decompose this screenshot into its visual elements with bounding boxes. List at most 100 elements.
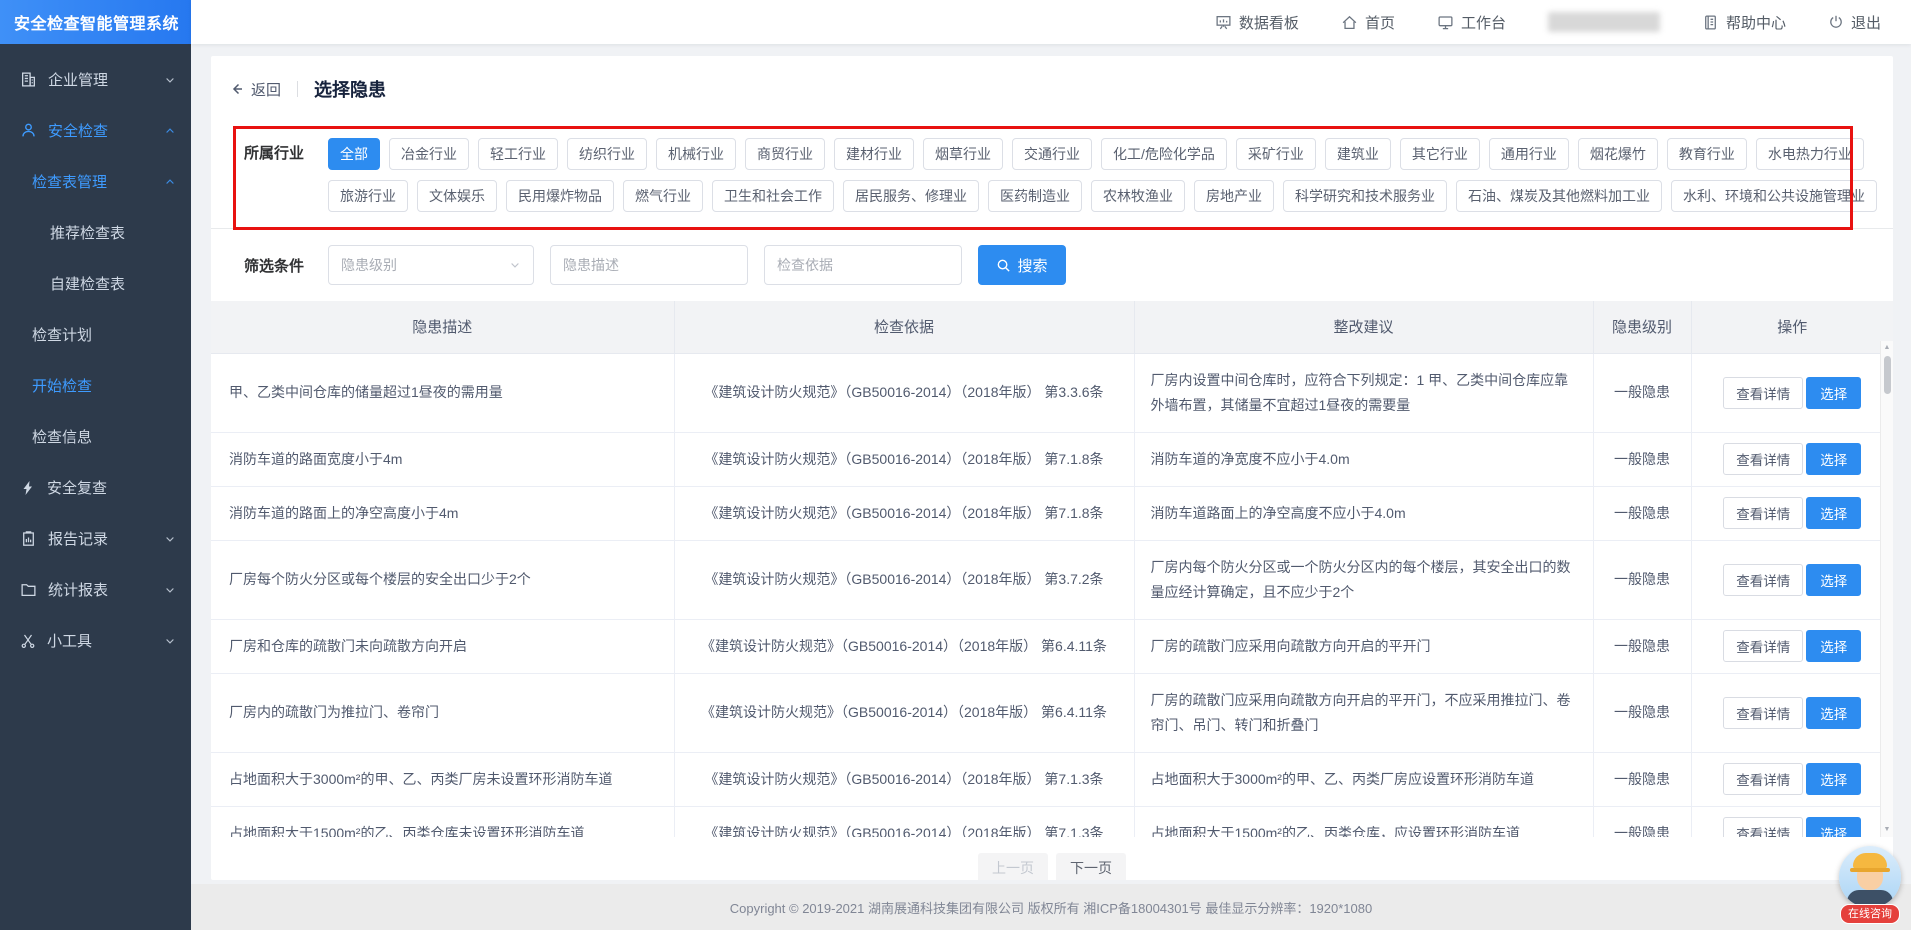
industry-tag[interactable]: 通用行业 [1489, 138, 1569, 170]
table-row: 占地面积大于1500m²的乙、丙类仓库未设置环形消防车道《建筑设计防火规范》（G… [211, 806, 1893, 837]
table-row: 占地面积大于3000m²的甲、乙、丙类厂房未设置环形消防车道《建筑设计防火规范》… [211, 752, 1893, 806]
industry-tag[interactable]: 燃气行业 [623, 180, 703, 212]
chevron-down-icon [509, 259, 521, 271]
sidebar-item-label: 检查表管理 [32, 171, 107, 192]
view-detail-button[interactable]: 查看详情 [1723, 630, 1803, 662]
sidebar-item-safety-inspection[interactable]: 安全检查 [0, 105, 191, 156]
select-button[interactable]: 选择 [1806, 564, 1861, 596]
industry-tag[interactable]: 烟草行业 [923, 138, 1003, 170]
industry-tag-row-2: 旅游行业文体娱乐民用爆炸物品燃气行业卫生和社会工作居民服务、修理业医药制造业农林… [328, 180, 1853, 212]
view-detail-button[interactable]: 查看详情 [1723, 443, 1803, 475]
industry-tag[interactable]: 文体娱乐 [417, 180, 497, 212]
industry-tag[interactable]: 教育行业 [1667, 138, 1747, 170]
topbar-item-home[interactable]: 首页 [1341, 12, 1395, 33]
industry-tag[interactable]: 冶金行业 [389, 138, 469, 170]
cell-actions: 查看详情选择 [1691, 486, 1893, 540]
online-consult-widget[interactable]: 在线咨询 [1837, 846, 1903, 924]
online-consult-badge[interactable]: 在线咨询 [1840, 904, 1900, 924]
industry-tag[interactable]: 交通行业 [1012, 138, 1092, 170]
sidebar-item-inspection-info[interactable]: 检查信息 [0, 411, 191, 462]
select-button[interactable]: 选择 [1806, 817, 1861, 837]
view-detail-button[interactable]: 查看详情 [1723, 377, 1803, 409]
report-icon [20, 530, 37, 547]
sidebar-item-statistics-reports[interactable]: 统计报表 [0, 564, 191, 615]
industry-tag[interactable]: 居民服务、修理业 [843, 180, 979, 212]
cell-actions: 查看详情选择 [1691, 752, 1893, 806]
select-button[interactable]: 选择 [1806, 443, 1861, 475]
select-button[interactable]: 选择 [1806, 763, 1861, 795]
cell-actions: 查看详情选择 [1691, 673, 1893, 752]
inspection-basis-input[interactable] [764, 245, 962, 285]
scrollbar-thumb[interactable] [1884, 356, 1891, 394]
industry-tag[interactable]: 建筑业 [1325, 138, 1391, 170]
industry-tag[interactable]: 民用爆炸物品 [506, 180, 614, 212]
sidebar-item-checklist-management[interactable]: 检查表管理 [0, 156, 191, 207]
hazard-description-input[interactable] [550, 245, 748, 285]
sidebar-item-enterprise-management[interactable]: 企业管理 [0, 54, 191, 105]
view-detail-button[interactable]: 查看详情 [1723, 817, 1803, 837]
cell-desc: 厂房和仓库的疏散门未向疏散方向开启 [211, 619, 674, 673]
cell-level: 一般隐患 [1593, 673, 1691, 752]
sidebar-item-recommended-checklist[interactable]: 推荐检查表 [0, 207, 191, 258]
page-header: 返回 选择隐患 [211, 56, 1893, 102]
industry-tag[interactable]: 农林牧渔业 [1091, 180, 1185, 212]
hazard-level-select[interactable]: 隐患级别 [328, 245, 534, 285]
workbench-icon [1437, 14, 1454, 31]
industry-tag[interactable]: 水利、环境和公共设施管理业 [1671, 180, 1877, 212]
cell-basis: 《建筑设计防火规范》（GB50016-2014）（2018年版） 第3.3.6条 [674, 353, 1134, 432]
industry-tag[interactable]: 轻工行业 [478, 138, 558, 170]
industry-tag[interactable]: 医药制造业 [988, 180, 1082, 212]
table-scrollbar[interactable]: ▲ ▼ [1880, 341, 1893, 837]
industry-tag[interactable]: 旅游行业 [328, 180, 408, 212]
industry-tag[interactable]: 纺织行业 [567, 138, 647, 170]
view-detail-button[interactable]: 查看详情 [1723, 763, 1803, 795]
industry-tag[interactable]: 全部 [328, 138, 380, 170]
search-button[interactable]: 搜索 [978, 245, 1066, 285]
select-button[interactable]: 选择 [1806, 630, 1861, 662]
scroll-down-icon[interactable]: ▼ [1881, 824, 1893, 836]
industry-tag[interactable]: 卫生和社会工作 [712, 180, 834, 212]
sidebar-item-report-records[interactable]: 报告记录 [0, 513, 191, 564]
industry-tag[interactable]: 科学研究和技术服务业 [1283, 180, 1447, 212]
industry-tag[interactable]: 石油、煤炭及其他燃料加工业 [1456, 180, 1662, 212]
select-button[interactable]: 选择 [1806, 697, 1861, 729]
select-button[interactable]: 选择 [1806, 497, 1861, 529]
cell-sugg: 厂房的疏散门应采用向疏散方向开启的平开门 [1134, 619, 1593, 673]
topbar-item-workbench[interactable]: 工作台 [1437, 12, 1506, 33]
sidebar-item-safety-review[interactable]: 安全复查 [0, 462, 191, 513]
industry-tag[interactable]: 其它行业 [1400, 138, 1480, 170]
sidebar-item-custom-checklist[interactable]: 自建检查表 [0, 258, 191, 309]
cell-desc: 占地面积大于1500m²的乙、丙类仓库未设置环形消防车道 [211, 806, 674, 837]
industry-tag[interactable]: 水电热力行业 [1756, 138, 1864, 170]
back-button[interactable]: 返回 [229, 79, 281, 100]
view-detail-button[interactable]: 查看详情 [1723, 564, 1803, 596]
content-area: 返回 选择隐患 所属行业 全部冶金行业轻工行业纺织行业机械行业商贸行业建材行业烟… [191, 44, 1911, 930]
sidebar-item-label: 报告记录 [48, 528, 108, 549]
sidebar-item-inspection-plan[interactable]: 检查计划 [0, 309, 191, 360]
folder-icon [20, 581, 37, 598]
view-detail-button[interactable]: 查看详情 [1723, 697, 1803, 729]
industry-tag[interactable]: 房地产业 [1194, 180, 1274, 212]
next-page-button[interactable]: 下一页 [1056, 853, 1126, 880]
sidebar-item-label: 统计报表 [48, 579, 108, 600]
industry-tag[interactable]: 化工/危险化学品 [1101, 138, 1227, 170]
topbar-item-help-center[interactable]: 帮助中心 [1702, 12, 1786, 33]
sidebar-item-tools[interactable]: 小工具 [0, 615, 191, 666]
topbar-item-logout[interactable]: 退出 [1828, 12, 1881, 33]
cell-level: 一般隐患 [1593, 353, 1691, 432]
industry-tag[interactable]: 采矿行业 [1236, 138, 1316, 170]
table-row: 消防车道的路面上的净空高度小于4m《建筑设计防火规范》（GB50016-2014… [211, 486, 1893, 540]
industry-tag[interactable]: 烟花爆竹 [1578, 138, 1658, 170]
cell-level: 一般隐患 [1593, 486, 1691, 540]
app-root: 安全检查智能管理系统 企业管理安全检查检查表管理推荐检查表自建检查表检查计划开始… [0, 0, 1911, 930]
select-button[interactable]: 选择 [1806, 377, 1861, 409]
view-detail-button[interactable]: 查看详情 [1723, 497, 1803, 529]
scroll-up-icon[interactable]: ▲ [1881, 342, 1893, 354]
industry-tag[interactable]: 机械行业 [656, 138, 736, 170]
topbar-item-data-dashboard[interactable]: 数据看板 [1215, 12, 1299, 33]
prev-page-button[interactable]: 上一页 [978, 853, 1048, 880]
industry-tag[interactable]: 建材行业 [834, 138, 914, 170]
sidebar-item-label: 安全检查 [48, 120, 108, 141]
industry-tag[interactable]: 商贸行业 [745, 138, 825, 170]
sidebar-item-start-inspection[interactable]: 开始检查 [0, 360, 191, 411]
